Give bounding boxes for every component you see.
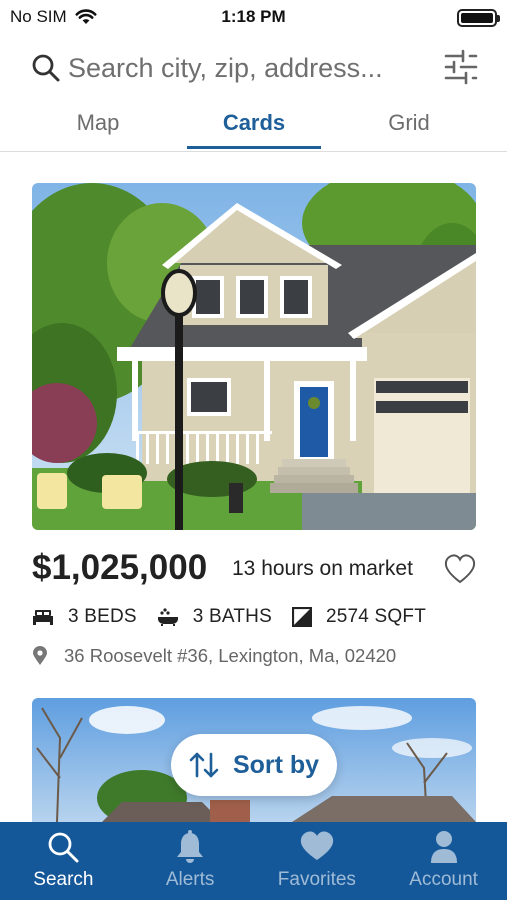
tab-cards[interactable]: Cards [187, 110, 321, 136]
nav-favorites[interactable]: Favorites [254, 822, 381, 900]
filter-icon[interactable] [443, 48, 479, 86]
person-icon [430, 831, 457, 863]
nav-alerts-label: Alerts [165, 869, 215, 890]
search-icon [32, 54, 60, 82]
baths-feature: 3 BATHS [157, 606, 272, 628]
search-icon [48, 832, 79, 863]
nav-account-label: Account [409, 869, 478, 890]
favorite-heart-icon[interactable] [443, 552, 477, 586]
sort-label: Sort by [232, 750, 320, 779]
listing-features: 3 BEDS 3 BATHS 2574 SQFT [32, 604, 446, 630]
beds-label: 3 BEDS [68, 606, 137, 627]
view-tabs: Map Cards Grid [0, 100, 507, 152]
bathtub-icon [157, 608, 178, 626]
sort-arrows-icon [189, 752, 219, 778]
search-bar [0, 44, 507, 92]
nav-search[interactable]: Search [0, 822, 127, 900]
tab-grid[interactable]: Grid [342, 110, 476, 136]
bottom-navigation: Search Alerts Favorites Account [0, 822, 507, 900]
tab-map[interactable]: Map [31, 110, 165, 136]
listing-address[interactable]: 36 Roosevelt #36, Lexington, Ma, 02420 [32, 645, 396, 667]
sqft-feature: 2574 SQFT [291, 606, 426, 628]
heart-icon [300, 831, 334, 860]
location-pin-icon [33, 646, 47, 665]
nav-alerts[interactable]: Alerts [127, 822, 254, 900]
beds-feature: 3 BEDS [32, 606, 137, 628]
bed-icon [33, 610, 53, 625]
nav-favorites-label: Favorites [277, 869, 356, 890]
active-tab-indicator [187, 146, 321, 149]
search-input[interactable] [68, 50, 428, 86]
sqft-label: 2574 SQFT [325, 606, 426, 627]
nav-account[interactable]: Account [380, 822, 507, 900]
bell-icon [177, 830, 204, 863]
listing-photo[interactable] [32, 183, 476, 530]
sort-button[interactable]: Sort by [171, 734, 337, 796]
baths-label: 3 BATHS [192, 606, 272, 627]
battery-icon [457, 9, 500, 27]
status-time: 1:18 PM [221, 7, 286, 26]
address-text: 36 Roosevelt #36, Lexington, Ma, 02420 [64, 645, 397, 666]
listing-price: $1,025,000 [32, 548, 208, 587]
nav-search-label: Search [33, 869, 94, 890]
area-icon [291, 607, 312, 627]
status-bar: No SIM 1:18 PM [0, 0, 507, 34]
time-on-market: 13 hours on market [232, 557, 413, 580]
